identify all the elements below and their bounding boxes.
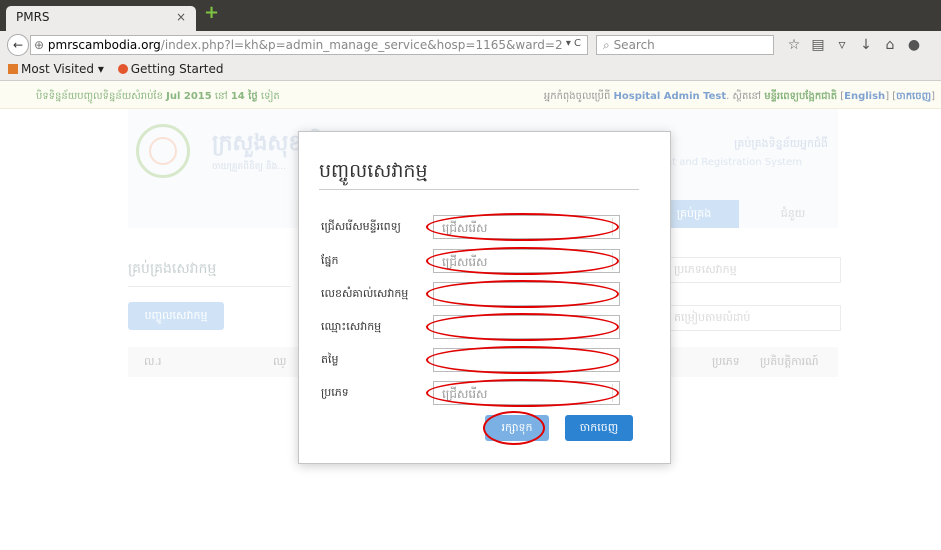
price-row: តម្លៃ [321, 346, 621, 374]
bookmark-most-visited[interactable]: Most Visited ▾ [8, 62, 104, 76]
department-select[interactable]: ជ្រើសរើស [426, 247, 620, 275]
back-arrow-icon[interactable]: ← [7, 34, 29, 56]
dropdown-icon [612, 252, 618, 270]
nav-bar: ← ⊕ pmrscambodia.org/index.php?l=kh&p=ad… [0, 31, 941, 59]
hospital-select-value: ជ្រើសរើស [442, 221, 488, 235]
type-row: ប្រភេទ ជ្រើសរើស [321, 379, 621, 407]
department-row: ផ្នែក ជ្រើសរើស [321, 247, 621, 275]
department-label: ផ្នែក [321, 254, 339, 267]
department-select-value: ជ្រើសរើស [442, 255, 488, 269]
tab-pmrs[interactable]: PMRS × [6, 6, 196, 31]
firefox-icon [117, 64, 128, 74]
service-id-label: លេខសំគាល់សេវាកម្ម [321, 287, 409, 300]
modal-title: បញ្ចូលសេវាកម្ម [319, 160, 428, 182]
bookmark-label: Getting Started [130, 62, 224, 76]
hospital-label: ជ្រើសរើសមន្ទីរពេទ្យ [321, 220, 401, 233]
hospital-select[interactable]: ជ្រើសរើស [426, 213, 620, 241]
bookmarks-bar: Most Visited ▾ Getting Started [0, 59, 941, 81]
url-domain: pmrscambodia.org [47, 38, 161, 52]
save-button[interactable]: រក្សាទុក [483, 411, 549, 445]
modal-divider [319, 189, 639, 190]
search-input[interactable]: ⌕ Search [596, 35, 774, 55]
search-placeholder: Search [613, 38, 655, 52]
dropdown-icon [612, 384, 618, 402]
tab-title: PMRS [16, 10, 50, 24]
search-icon: ⌕ [603, 38, 610, 52]
service-id-input[interactable] [426, 280, 620, 308]
bookmark-star-icon[interactable]: ☆ [782, 37, 806, 53]
toolbar-icons: ☆ ▤ ▿ ↓ ⌂ ● [782, 37, 941, 55]
home-icon[interactable]: ⌂ [878, 37, 902, 53]
hospital-row: ជ្រើសរើសមន្ទីរពេទ្យ ជ្រើសរើស [321, 213, 621, 241]
service-name-input[interactable] [426, 313, 620, 341]
url-path: /index.php?l=kh&p=admin_manage_service&h… [160, 38, 563, 52]
globe-icon: ⊕ [34, 38, 45, 52]
type-select[interactable]: ជ្រើសរើស [426, 379, 620, 407]
reload-icon[interactable]: ▾ C [566, 38, 581, 49]
highlight-ring [426, 280, 619, 308]
folder-icon [8, 64, 18, 74]
type-label: ប្រភេទ [321, 386, 349, 399]
service-id-row: លេខសំគាល់សេវាកម្ម [321, 280, 621, 308]
close-tab-icon[interactable]: × [176, 10, 186, 24]
url-input[interactable]: ⊕ pmrscambodia.org/index.php?l=kh&p=admi… [30, 35, 588, 55]
tab-bar: PMRS × + [0, 0, 941, 31]
price-label: តម្លៃ [321, 353, 339, 366]
new-tab-icon[interactable]: + [204, 4, 220, 22]
dropdown-icon [612, 218, 618, 236]
download-icon[interactable]: ↓ [854, 37, 878, 53]
bookmark-label: Most Visited ▾ [21, 62, 104, 76]
pocket-icon[interactable]: ▿ [830, 37, 854, 53]
service-name-label: ឈ្មោះសេវាកម្ម [321, 320, 382, 333]
bookmark-getting-started[interactable]: Getting Started [117, 62, 224, 76]
highlight-ring [426, 346, 619, 374]
reading-list-icon[interactable]: ▤ [806, 37, 830, 53]
type-select-value: ជ្រើសរើស [442, 387, 488, 401]
highlight-ring [483, 411, 545, 445]
chat-icon[interactable]: ● [902, 37, 926, 53]
service-name-row: ឈ្មោះសេវាកម្ម [321, 313, 621, 341]
price-input[interactable] [426, 346, 620, 374]
exit-button[interactable]: ចាកចេញ [565, 415, 633, 441]
highlight-ring [426, 313, 619, 341]
